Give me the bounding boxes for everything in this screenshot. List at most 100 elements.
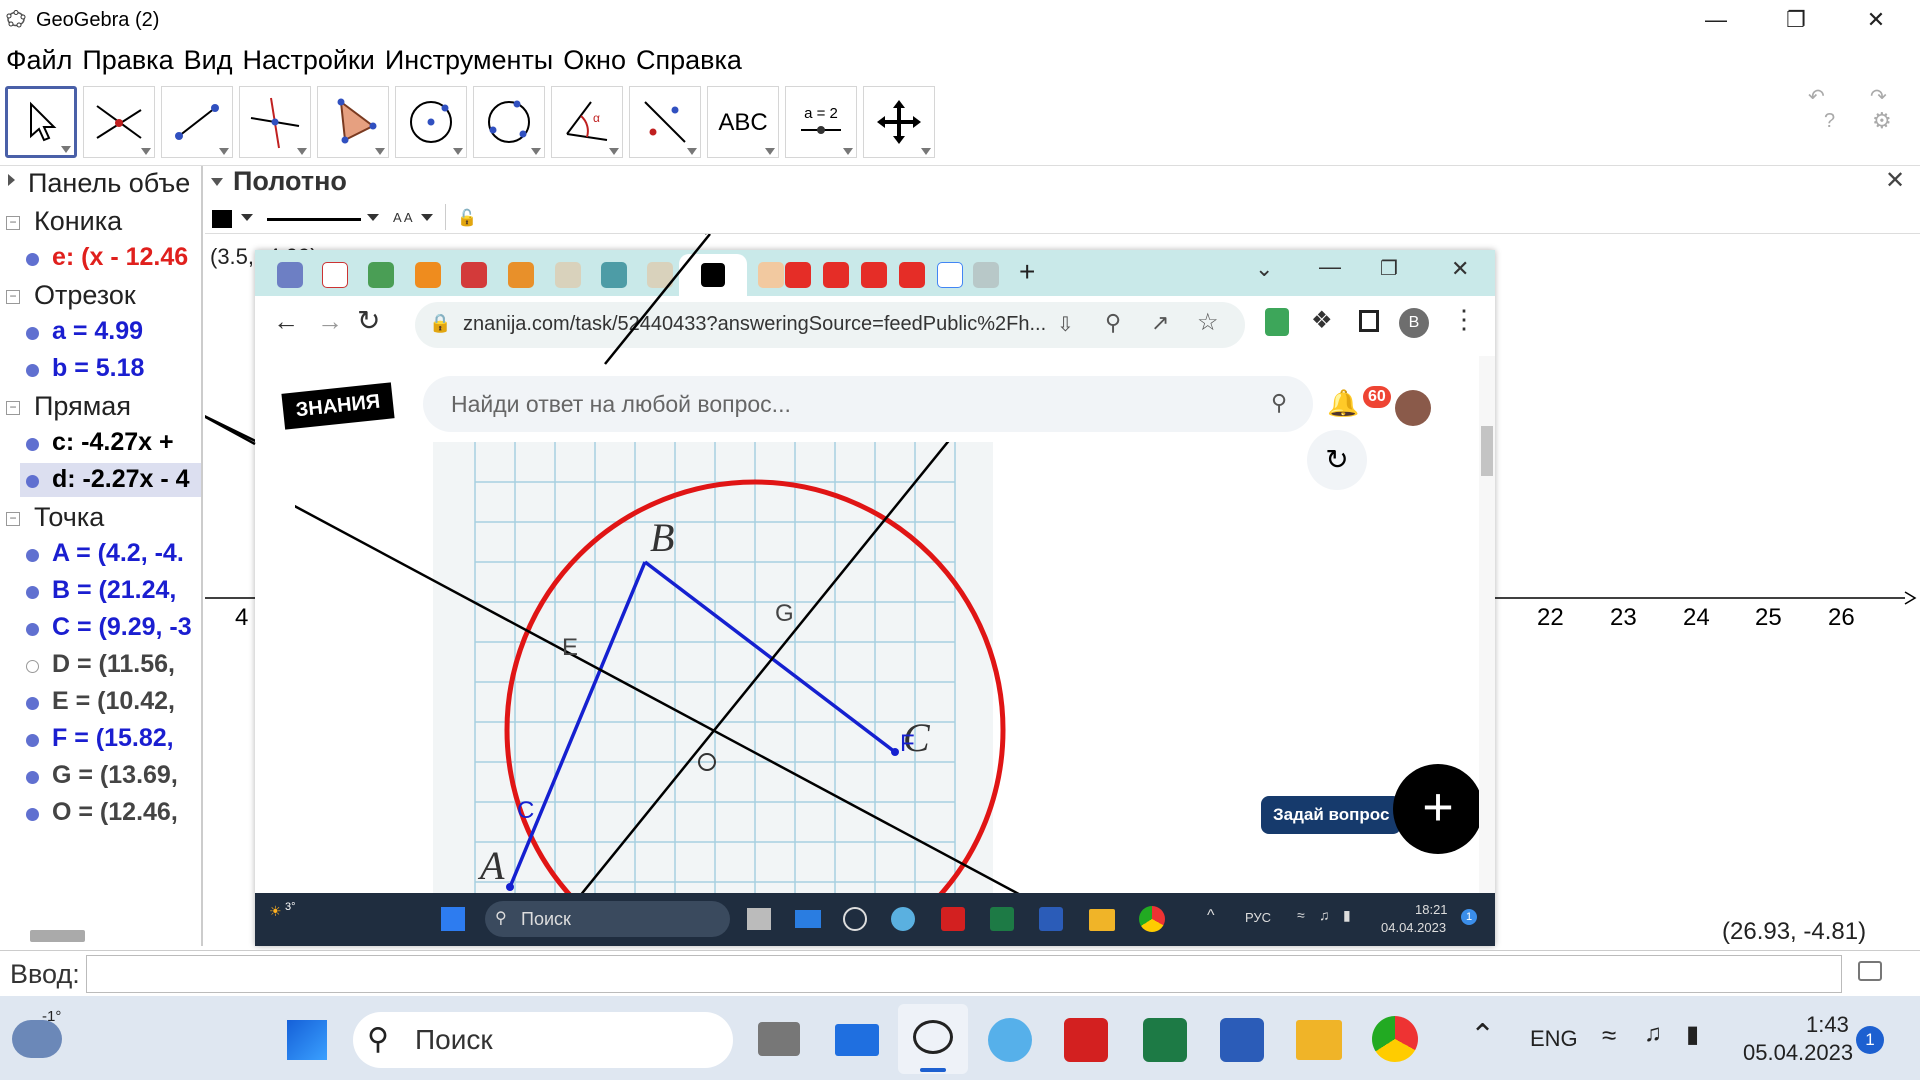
undo-icon[interactable]: ↶ xyxy=(1808,84,1825,109)
start-icon[interactable] xyxy=(287,1020,327,1060)
line-tool-button[interactable] xyxy=(161,86,233,158)
inner-lang[interactable]: РУС xyxy=(1245,910,1271,925)
tab-search-icon[interactable]: ⌄ xyxy=(1255,256,1273,282)
excel-icon[interactable] xyxy=(1143,1018,1187,1062)
inner-reader-icon[interactable] xyxy=(941,907,965,931)
books-icon[interactable] xyxy=(601,262,627,288)
algebra-item[interactable]: D = (11.56, xyxy=(52,650,175,679)
user-avatar[interactable] xyxy=(1395,390,1431,426)
point-tool-button[interactable] xyxy=(83,86,155,158)
inner-geogebra-icon[interactable] xyxy=(843,907,867,931)
mail-icon[interactable] xyxy=(835,1024,879,1056)
sidepanel-icon[interactable] xyxy=(1359,310,1379,332)
command-input[interactable] xyxy=(86,955,1842,993)
inner-taskview-icon[interactable] xyxy=(747,908,771,930)
collapse-category-icon[interactable]: − xyxy=(6,401,20,415)
zoom-icon[interactable]: ⚲ xyxy=(1105,310,1121,336)
line-style[interactable] xyxy=(267,218,361,221)
menu-kebab-icon[interactable]: ⋮ xyxy=(1451,304,1477,335)
inner-notification-badge[interactable]: 1 xyxy=(1461,909,1477,925)
visibility-toggle[interactable] xyxy=(26,327,39,340)
forward-icon[interactable]: → xyxy=(317,306,343,337)
algebra-item[interactable]: B = (21.24, xyxy=(52,576,176,605)
language-indicator[interactable]: ENG xyxy=(1530,1026,1578,1052)
reader-icon[interactable] xyxy=(1064,1018,1108,1062)
back-icon[interactable]: ← xyxy=(273,306,299,337)
book-icon-2[interactable] xyxy=(647,262,673,288)
visibility-toggle[interactable] xyxy=(26,697,39,710)
gear-icon[interactable]: ⚙ xyxy=(1872,108,1892,134)
active-tab[interactable] xyxy=(679,254,747,296)
algebra-item[interactable]: d: -2.27x - 4 xyxy=(52,465,190,494)
search-icon[interactable]: ⚲ xyxy=(1271,390,1287,416)
lock-icon[interactable]: 🔓 xyxy=(457,208,477,228)
tab-icon-5[interactable] xyxy=(461,262,487,288)
keyboard-icon[interactable] xyxy=(1858,961,1882,981)
share-icon[interactable]: ↗ xyxy=(1151,310,1169,336)
menu-view[interactable]: Вид xyxy=(184,45,233,76)
point-f[interactable] xyxy=(891,748,899,756)
word-icon[interactable] xyxy=(1220,1018,1264,1062)
circle-tool-button[interactable] xyxy=(395,86,467,158)
color-swatch[interactable] xyxy=(212,210,232,228)
visibility-toggle[interactable] xyxy=(26,586,39,599)
clock-time[interactable]: 1:43 xyxy=(1806,1012,1849,1038)
browser-minimize-icon[interactable]: — xyxy=(1319,254,1341,280)
taskbar-search-box[interactable]: ⚲ Поиск xyxy=(353,1012,733,1068)
inner-paint-icon[interactable] xyxy=(891,907,915,931)
chevron-up-icon[interactable]: ⌃ xyxy=(1470,1018,1495,1053)
address-bar[interactable]: 🔒 znanija.com/task/52440433?answeringSou… xyxy=(415,302,1245,348)
algebra-item[interactable]: b = 5.18 xyxy=(52,354,144,383)
menu-help[interactable]: Справка xyxy=(636,45,742,76)
taskview-icon[interactable] xyxy=(758,1022,800,1056)
menu-file[interactable]: Файл xyxy=(6,45,72,76)
extension-shield-icon[interactable] xyxy=(1265,308,1289,336)
algebra-item[interactable]: E = (10.42, xyxy=(52,687,175,716)
conic-tool-button[interactable] xyxy=(473,86,545,158)
line-style-dropdown-icon[interactable] xyxy=(367,214,379,221)
weather-cloud-icon[interactable] xyxy=(12,1020,62,1058)
bookmark-star-icon[interactable]: ☆ xyxy=(1197,308,1219,337)
inner-start-icon[interactable] xyxy=(441,907,465,931)
collapse-category-icon[interactable]: − xyxy=(6,290,20,304)
tab-icon-2[interactable] xyxy=(322,262,348,288)
algebra-item[interactable]: c: -4.27x + xyxy=(52,428,174,457)
scroll-thumb[interactable] xyxy=(1481,426,1493,476)
move-view-tool-button[interactable] xyxy=(863,86,935,158)
youtube-icon-1[interactable] xyxy=(785,262,811,288)
close-button[interactable]: ✕ xyxy=(1836,0,1916,40)
ok-icon[interactable] xyxy=(415,262,441,288)
browser-close-icon[interactable]: ✕ xyxy=(1451,256,1469,282)
profile-avatar[interactable]: B xyxy=(1399,308,1429,338)
menu-settings[interactable]: Настройки xyxy=(242,45,374,76)
youtube-icon-4[interactable] xyxy=(899,262,925,288)
menu-window[interactable]: Окно xyxy=(563,45,626,76)
battery-icon[interactable]: ▮ xyxy=(1686,1020,1699,1049)
algebra-item[interactable]: e: (x - 12.46 xyxy=(52,243,188,272)
close-view-icon[interactable]: ✕ xyxy=(1885,166,1905,195)
tab-icon-16[interactable] xyxy=(973,262,999,288)
horizontal-scrollbar[interactable] xyxy=(30,930,85,942)
algebra-item[interactable]: C = (9.29, -3 xyxy=(52,613,192,642)
youtube-icon-3[interactable] xyxy=(861,262,887,288)
geogebra-taskbar-button[interactable] xyxy=(898,1004,968,1074)
inner-search-box[interactable]: ⚲ Поиск xyxy=(485,901,730,937)
chrome-icon[interactable] xyxy=(1372,1016,1418,1062)
visibility-toggle[interactable] xyxy=(26,253,39,266)
minimize-button[interactable]: — xyxy=(1676,0,1756,40)
collapse-category-icon[interactable]: − xyxy=(6,512,20,526)
slider-tool-button[interactable]: a = 2 xyxy=(785,86,857,158)
inner-mail-icon[interactable] xyxy=(795,910,821,928)
menu-edit[interactable]: Правка xyxy=(82,45,173,76)
visibility-toggle[interactable] xyxy=(26,623,39,636)
paint-icon[interactable] xyxy=(988,1018,1032,1062)
wifi-icon[interactable]: ≈ xyxy=(1602,1020,1616,1051)
visibility-toggle[interactable] xyxy=(26,771,39,784)
perpendicular-tool-button[interactable] xyxy=(239,86,311,158)
algebra-item[interactable]: O = (12.46, xyxy=(52,798,178,827)
tab-icon-10[interactable] xyxy=(758,262,784,288)
inner-chevron-up-icon[interactable]: ^ xyxy=(1207,907,1215,925)
algebra-item[interactable]: G = (13.69, xyxy=(52,761,178,790)
visibility-toggle[interactable] xyxy=(26,438,39,451)
extensions-puzzle-icon[interactable]: ❖ xyxy=(1311,306,1333,335)
